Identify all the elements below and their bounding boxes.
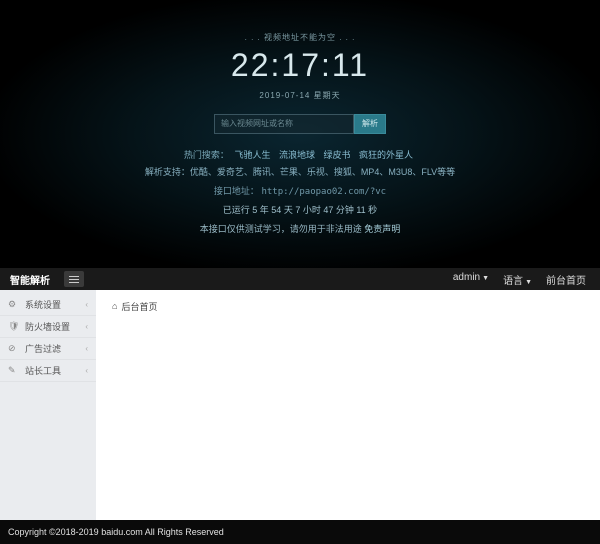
footer-bar: Copyright ©2018-2019 baidu.com All Right… <box>0 520 600 544</box>
chevron-left-icon: ‹ <box>85 366 88 375</box>
chevron-left-icon: ‹ <box>85 322 88 331</box>
pencil-icon: ✎ <box>8 365 20 376</box>
block-icon: ⊘ <box>8 343 20 354</box>
api-label: 接口地址： <box>214 187 259 197</box>
search-bar: 解析 <box>214 114 386 134</box>
disclaimer-link[interactable]: 免责声明 <box>364 224 400 234</box>
disclaimer-text: 本接口仅供测试学习，请勿用于非法用途 <box>200 224 365 234</box>
admin-content: ⌂ 后台首页 <box>96 290 600 520</box>
sidebar-item-label: 系统设置 <box>25 298 61 311</box>
sidebar-item-system[interactable]: ⚙ 系统设置 ‹ <box>0 294 96 316</box>
hot-label: 热门搜索： <box>184 150 229 160</box>
uptime-text: 已运行 5 年 54 天 7 小时 47 分钟 11 秒 <box>0 203 600 216</box>
date-display: 2019-07-14 星期天 <box>0 90 600 101</box>
brand-title: 智能解析 <box>0 272 60 287</box>
tab-home[interactable]: ⌂ 后台首页 <box>106 298 163 315</box>
home-icon: ⌂ <box>112 301 117 311</box>
hamburger-icon <box>69 279 79 280</box>
sidebar-item-label: 广告过滤 <box>25 342 61 355</box>
video-parser-panel: . . . 视频地址不能为空 . . . 22:17:11 2019-07-14… <box>0 0 600 268</box>
sidebar-toggle-button[interactable] <box>64 271 84 287</box>
caret-down-icon: ▼ <box>482 275 489 282</box>
top-right-nav: admin▼ 语言▼ 前台首页 <box>453 272 600 287</box>
language-menu[interactable]: 语言▼ <box>503 272 532 287</box>
shield-icon: 🛡 <box>8 321 20 332</box>
tagline: . . . 视频地址不能为空 . . . <box>0 32 600 43</box>
url-input[interactable] <box>214 114 354 134</box>
hot-link[interactable]: 疯狂的外星人 <box>359 150 413 160</box>
sidebar-item-label: 站长工具 <box>25 364 61 377</box>
hot-searches: 热门搜索： 飞驰人生 流浪地球 绿皮书 疯狂的外星人 <box>0 148 600 161</box>
frontend-link[interactable]: 前台首页 <box>546 272 586 287</box>
tab-label: 后台首页 <box>121 300 157 313</box>
support-list: 解析支持：优酷、爱奇艺、腾讯、芒果、乐视、搜狐、MP4、M3U8、FLV等等 <box>0 165 600 178</box>
sidebar-item-label: 防火墙设置 <box>25 320 70 333</box>
sidebar-item-firewall[interactable]: 🛡 防火墙设置 ‹ <box>0 316 96 338</box>
admin-panel: 智能解析 admin▼ 语言▼ 前台首页 ⚙ 系统设置 ‹ 🛡 防火墙设置 ‹ ⊘ 广告过… <box>0 268 600 520</box>
hot-link[interactable]: 流浪地球 <box>279 150 315 160</box>
admin-body: ⚙ 系统设置 ‹ 🛡 防火墙设置 ‹ ⊘ 广告过滤 ‹ ✎ 站长工具 ‹ ⌂ 后台首页 <box>0 290 600 520</box>
parse-button[interactable]: 解析 <box>354 114 386 134</box>
admin-sidebar: ⚙ 系统设置 ‹ 🛡 防火墙设置 ‹ ⊘ 广告过滤 ‹ ✎ 站长工具 ‹ <box>0 290 96 520</box>
hot-link[interactable]: 绿皮书 <box>324 150 351 160</box>
admin-topbar: 智能解析 admin▼ 语言▼ 前台首页 <box>0 268 600 290</box>
clock-display: 22:17:11 <box>0 47 600 84</box>
copyright-text: Copyright ©2018-2019 baidu.com All Right… <box>8 527 224 537</box>
api-url-text: http://paopao02.com/?vc <box>261 187 386 197</box>
hot-link[interactable]: 飞驰人生 <box>234 150 270 160</box>
api-endpoint: 接口地址： http://paopao02.com/?vc <box>0 184 600 197</box>
sidebar-item-adfilter[interactable]: ⊘ 广告过滤 ‹ <box>0 338 96 360</box>
gear-icon: ⚙ <box>8 299 20 310</box>
chevron-left-icon: ‹ <box>85 300 88 309</box>
caret-down-icon: ▼ <box>525 279 532 286</box>
user-menu[interactable]: admin▼ <box>453 272 489 287</box>
sidebar-item-tools[interactable]: ✎ 站长工具 ‹ <box>0 360 96 382</box>
disclaimer-line: 本接口仅供测试学习，请勿用于非法用途 免责声明 <box>0 222 600 235</box>
chevron-left-icon: ‹ <box>85 344 88 353</box>
